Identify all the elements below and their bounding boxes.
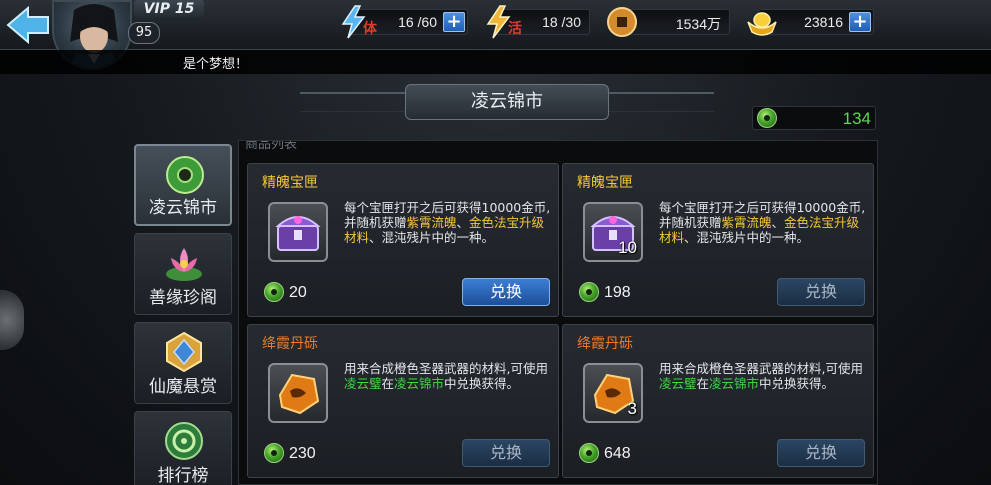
orange-stone-icon [278, 373, 320, 415]
vitality-value: 18 /30 [542, 14, 581, 30]
shop-title-plate: 凌云锦市 [405, 84, 609, 120]
jade-coin-icon [579, 282, 599, 302]
ranking-disc-icon [163, 420, 205, 462]
title-ornament-right [604, 92, 714, 112]
item-slot[interactable]: 10 [583, 202, 643, 262]
price-value: 20 [289, 284, 307, 301]
vip-badge: VIP 15 [134, 0, 204, 18]
exchange-button[interactable]: 兑换 [777, 278, 865, 306]
item-description: 每个宝匣打开之后可获得10000金币,并随机获赠紫霄流魄、金色法宝升级材料、混沌… [659, 200, 866, 245]
tab-ranking[interactable]: 排行榜 [134, 411, 232, 485]
item-description: 用来合成橙色圣器武器的材料,可使用凌云璧在凌云锦市中兑换获得。 [659, 361, 863, 391]
stamina-value: 16 /60 [398, 14, 437, 30]
price-value: 198 [604, 284, 631, 301]
price-value: 230 [289, 445, 316, 462]
announcement-marquee: 是个梦想！ [0, 50, 991, 74]
marquee-text: 是个梦想！ [183, 57, 249, 72]
lotus-icon [163, 242, 205, 284]
game-shop-screen: VIP 15 95 体 16 /60 + 活 18 /30 1534万 2381… [0, 0, 991, 485]
tab-label: 善缘珍阁 [149, 288, 217, 308]
price-value: 648 [604, 445, 631, 462]
item-name: 绛霞丹砾 [577, 336, 633, 352]
goods-card: 绛霞丹砾 用来合成橙色圣器武器的材料,可使用凌云璧在凌云锦市中兑换获得。 230… [247, 324, 559, 478]
tab-label: 排行榜 [157, 466, 209, 485]
tab-label: 凌云锦市 [149, 198, 217, 218]
gold-value: 23816 [804, 14, 843, 30]
item-name: 精魄宝匣 [262, 175, 318, 191]
goods-card: 精魄宝匣 10 每个宝匣打开之后可获得10000金币,并随机获赠紫霄流魄、金色法… [562, 163, 874, 317]
tab-label: 仙魔悬赏 [149, 377, 217, 397]
tab-bounty-board[interactable]: 仙魔悬赏 [134, 322, 232, 404]
item-count: 3 [627, 399, 637, 418]
stamina-resource: 体 16 /60 + [341, 5, 468, 39]
item-slot[interactable] [268, 363, 328, 423]
copper-resource: 1534万 [607, 7, 730, 37]
goods-card: 精魄宝匣 每个宝匣打开之后可获得10000金币,并随机获赠紫霄流魄、金色法宝升级… [247, 163, 559, 317]
goods-card: 绛霞丹砾 3 用来合成橙色圣器武器的材料,可使用凌云璧在凌云锦市中兑换获得。 6… [562, 324, 874, 478]
tab-shanyuan-pavilion[interactable]: 善缘珍阁 [134, 233, 232, 315]
side-drawer-handle[interactable] [0, 290, 24, 350]
tab-lingyun-market[interactable]: 凌云锦市 [134, 144, 232, 226]
item-name: 绛霞丹砾 [262, 336, 318, 352]
stamina-tag: 体 [363, 21, 377, 37]
goods-list-panel: 商品列表 精魄宝匣 每个宝匣打开之后可获得10000金币,并随机获赠紫霄流魄、金… [238, 140, 878, 485]
title-ornament-left [300, 92, 410, 112]
add-gold-button[interactable]: + [849, 12, 871, 32]
player-level-badge: 95 [128, 22, 160, 44]
copper-coin-icon [605, 4, 639, 40]
exchange-button[interactable]: 兑换 [462, 439, 550, 467]
gold-resource: 23816 + [747, 9, 874, 36]
vitality-resource: 活 18 /30 [486, 5, 590, 39]
item-slot[interactable]: 3 [583, 363, 643, 423]
jade-disc-icon [164, 154, 206, 196]
vitality-tag: 活 [508, 21, 522, 37]
goods-list-heading: 商品列表 [245, 141, 298, 152]
item-description: 用来合成橙色圣器武器的材料,可使用凌云璧在凌云锦市中兑换获得。 [344, 361, 548, 391]
shop-title: 凌云锦市 [471, 91, 543, 112]
item-name: 精魄宝匣 [577, 175, 633, 191]
item-slot[interactable] [268, 202, 328, 262]
treasure-chest-icon [275, 216, 321, 251]
copper-value: 1534万 [675, 16, 721, 32]
bounty-crest-icon [163, 331, 205, 373]
item-description: 每个宝匣打开之后可获得10000金币,并随机获赠紫霄流魄、金色法宝升级材料、混沌… [344, 200, 551, 245]
shop-currency-display: 134 [752, 106, 876, 130]
back-arrow-icon[interactable] [4, 4, 52, 46]
gold-ingot-icon [745, 4, 779, 40]
exchange-button[interactable]: 兑换 [777, 439, 865, 467]
top-status-bar: VIP 15 95 体 16 /60 + 活 18 /30 1534万 2381… [0, 0, 991, 70]
item-count: 10 [618, 238, 637, 257]
exchange-button[interactable]: 兑换 [462, 278, 550, 306]
jade-coin-icon [757, 108, 777, 128]
shop-currency-value: 134 [842, 109, 871, 128]
add-stamina-button[interactable]: + [443, 12, 465, 32]
jade-coin-icon [579, 443, 599, 463]
jade-coin-icon [264, 282, 284, 302]
jade-coin-icon [264, 443, 284, 463]
